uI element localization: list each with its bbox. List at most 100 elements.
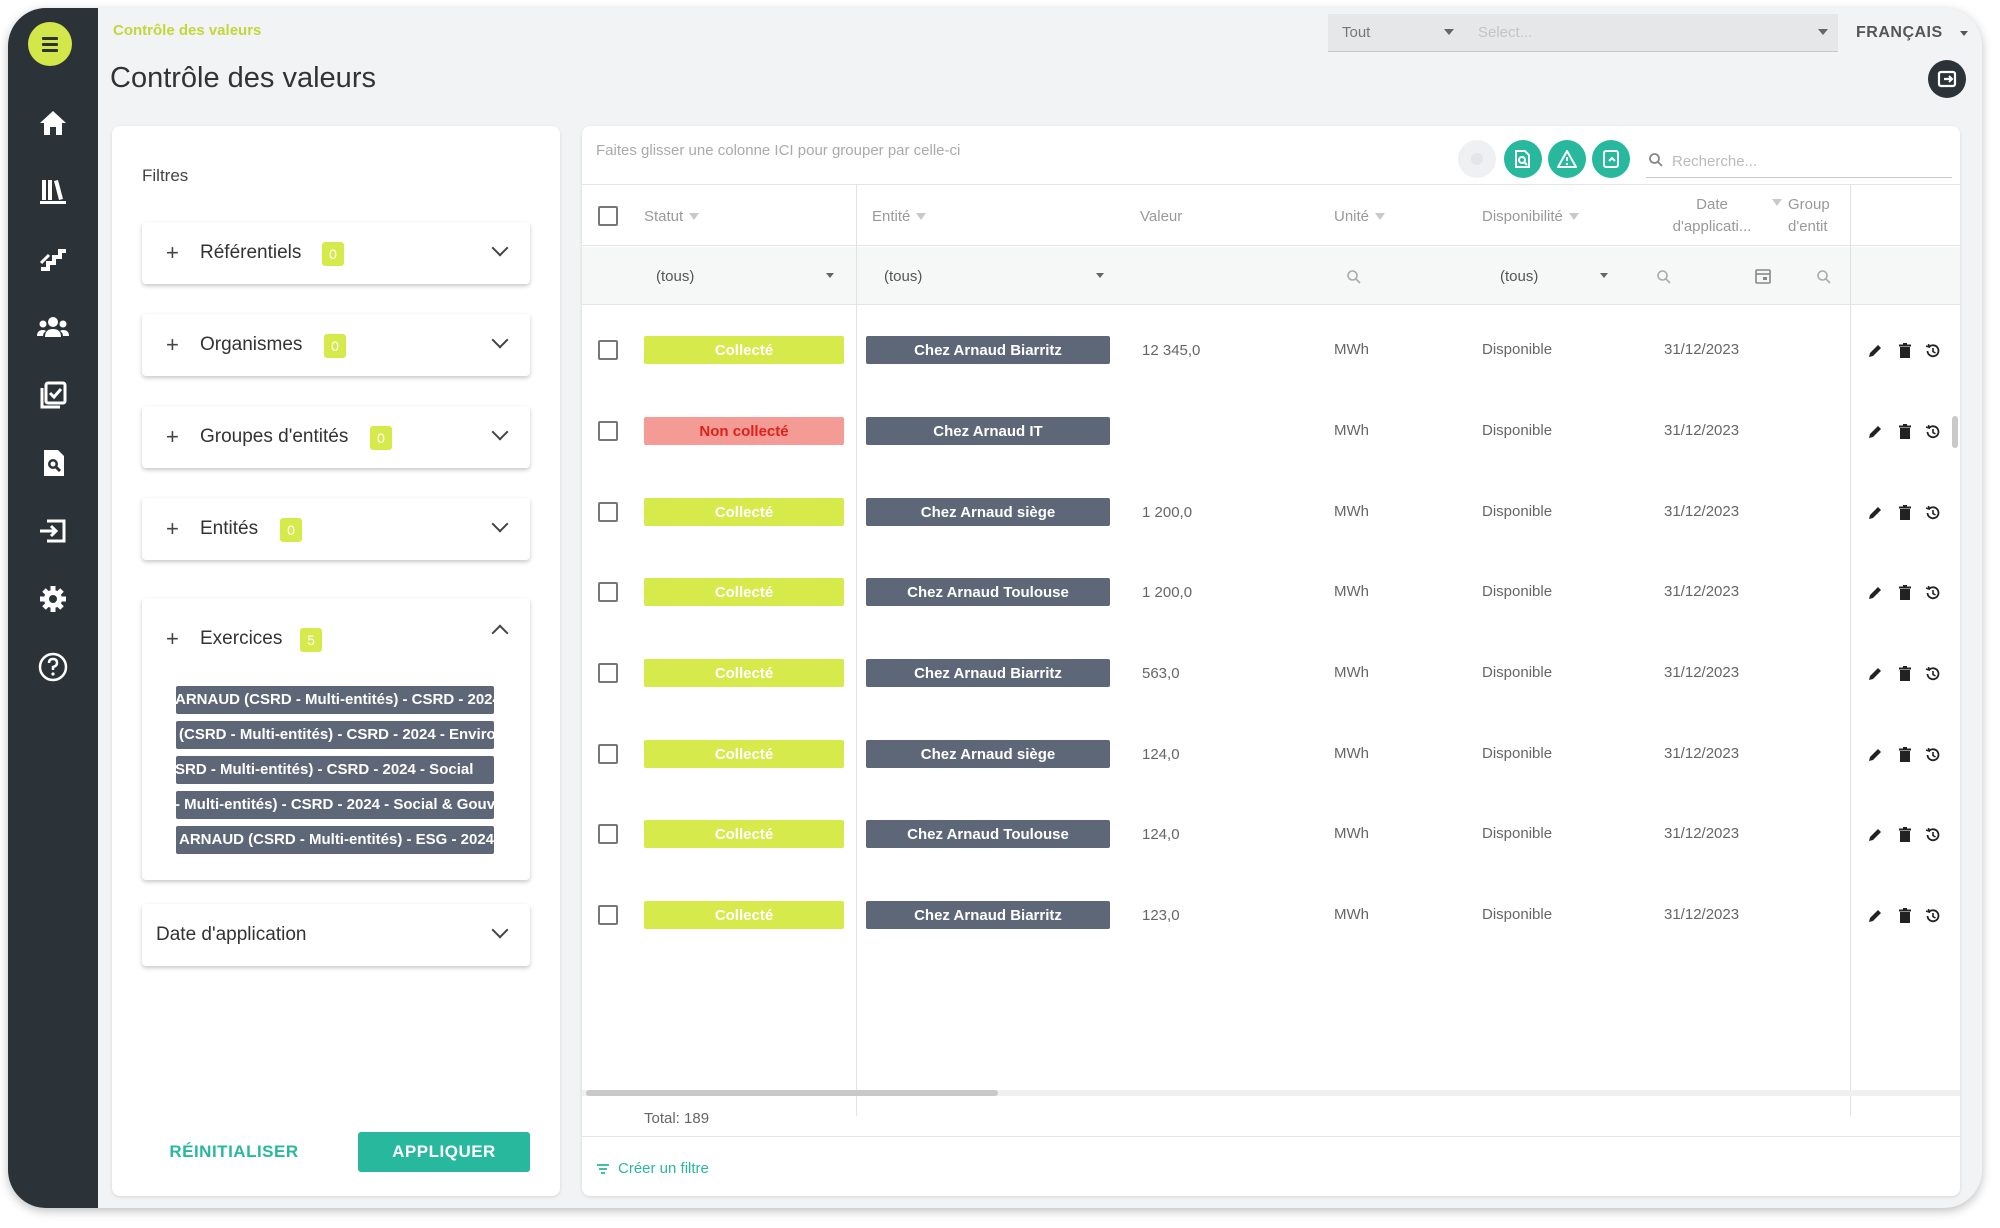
search-icon[interactable] — [1346, 269, 1362, 285]
entity-filter-select[interactable]: (tous) — [884, 247, 922, 305]
column-header-availability[interactable]: Disponibilité — [1482, 185, 1579, 247]
item-select[interactable]: Select... — [1464, 14, 1838, 52]
entity-chip[interactable]: Chez Arnaud Toulouse — [866, 820, 1110, 848]
nav-home[interactable] — [8, 98, 98, 148]
scope-select[interactable]: Tout — [1328, 14, 1464, 52]
nav-import[interactable] — [8, 506, 98, 556]
nav-users[interactable] — [8, 302, 98, 352]
filter-section-organismes[interactable]: + Organismes 0 — [142, 314, 530, 376]
entity-chip[interactable]: Chez Arnaud Biarritz — [866, 659, 1110, 687]
filter-funnel-icon[interactable] — [1375, 212, 1386, 220]
delete-button[interactable] — [1894, 421, 1916, 443]
edit-button[interactable] — [1864, 421, 1886, 443]
table-row[interactable]: Collecté Chez Arnaud Biarritz 123,0 MWh … — [582, 877, 1960, 977]
entity-chip[interactable]: Chez Arnaud siège — [866, 498, 1110, 526]
delete-button[interactable] — [1894, 905, 1916, 927]
edit-button[interactable] — [1864, 663, 1886, 685]
edit-button[interactable] — [1864, 744, 1886, 766]
alert-button[interactable] — [1548, 140, 1586, 178]
filter-section-date[interactable]: Date d'application — [142, 904, 530, 966]
row-checkbox[interactable] — [598, 502, 618, 522]
row-checkbox[interactable] — [598, 421, 618, 441]
column-header-value[interactable]: Valeur — [1140, 185, 1182, 247]
edit-button[interactable] — [1864, 502, 1886, 524]
column-header-entity[interactable]: Entité — [872, 185, 927, 247]
entity-chip[interactable]: Chez Arnaud Toulouse — [866, 578, 1110, 606]
horizontal-scrollbar[interactable] — [582, 1090, 1960, 1096]
create-filter-link[interactable]: Créer un filtre — [596, 1160, 709, 1177]
nav-checklist[interactable] — [8, 370, 98, 420]
entity-chip[interactable]: Chez Arnaud siège — [866, 740, 1110, 768]
nav-settings[interactable] — [8, 574, 98, 624]
history-button[interactable] — [1922, 340, 1944, 362]
delete-button[interactable] — [1894, 502, 1916, 524]
nav-library[interactable] — [8, 166, 98, 216]
export-button[interactable] — [1592, 140, 1630, 178]
history-button[interactable] — [1922, 502, 1944, 524]
edit-button[interactable] — [1864, 582, 1886, 604]
chevron-up-icon[interactable] — [491, 624, 509, 642]
select-all-checkbox[interactable] — [598, 206, 618, 226]
apply-button[interactable]: APPLIQUER — [358, 1132, 530, 1172]
reset-button[interactable]: RÉINITIALISER — [164, 1134, 304, 1170]
history-button[interactable] — [1922, 824, 1944, 846]
edit-button[interactable] — [1864, 905, 1886, 927]
filter-section-referentiels[interactable]: + Référentiels 0 — [142, 222, 530, 284]
history-button[interactable] — [1922, 421, 1944, 443]
row-checkbox[interactable] — [598, 340, 618, 360]
exit-button[interactable] — [1928, 60, 1966, 98]
history-button[interactable] — [1922, 582, 1944, 604]
scrollbar-thumb[interactable] — [586, 1090, 998, 1096]
filter-funnel-icon[interactable] — [916, 212, 927, 220]
delete-button[interactable] — [1894, 582, 1916, 604]
row-checkbox[interactable] — [598, 905, 618, 925]
history-button[interactable] — [1922, 905, 1944, 927]
group-panel[interactable]: Faites glisser une colonne ICI pour grou… — [596, 142, 960, 159]
search-values-button[interactable] — [1504, 140, 1542, 178]
history-button[interactable] — [1922, 744, 1944, 766]
plus-icon[interactable]: + — [166, 626, 179, 652]
tool-button-disabled[interactable] — [1458, 140, 1496, 178]
filter-section-groupes[interactable]: + Groupes d'entités 0 — [142, 406, 530, 468]
search-icon[interactable] — [1816, 269, 1832, 285]
filter-funnel-icon[interactable] — [1772, 199, 1782, 206]
filter-section-label[interactable]: Exercices — [200, 628, 282, 650]
exercise-chip[interactable]: - Multi-entités) - CSRD - 2024 - Social … — [176, 791, 494, 819]
entity-chip[interactable]: Chez Arnaud IT — [866, 417, 1110, 445]
column-header-status[interactable]: Statut — [644, 185, 700, 247]
exercise-chip[interactable]: ARNAUD (CSRD - Multi-entités) - CSRD - 2… — [176, 686, 494, 714]
exercise-chip[interactable]: SRD - Multi-entités) - CSRD - 2024 - Soc… — [176, 756, 494, 784]
edit-button[interactable] — [1864, 340, 1886, 362]
nav-help[interactable] — [8, 642, 98, 692]
search-input[interactable] — [1672, 148, 1942, 174]
breadcrumb[interactable]: Contrôle des valeurs — [113, 22, 261, 39]
nav-steps[interactable] — [8, 234, 98, 284]
delete-button[interactable] — [1894, 340, 1916, 362]
language-select[interactable]: FRANÇAIS — [1856, 24, 1943, 42]
menu-button[interactable] — [28, 22, 72, 66]
edit-button[interactable] — [1864, 824, 1886, 846]
row-checkbox[interactable] — [598, 744, 618, 764]
delete-button[interactable] — [1894, 744, 1916, 766]
filter-section-entites[interactable]: + Entités 0 — [142, 498, 530, 560]
entity-chip[interactable]: Chez Arnaud Biarritz — [866, 901, 1110, 929]
exercise-chip[interactable]: ARNAUD (CSRD - Multi-entités) - ESG - 20… — [176, 826, 494, 854]
column-header-group[interactable]: Group d'entit — [1788, 185, 1844, 247]
delete-button[interactable] — [1894, 824, 1916, 846]
history-button[interactable] — [1922, 663, 1944, 685]
delete-button[interactable] — [1894, 663, 1916, 685]
nav-audit[interactable] — [8, 438, 98, 488]
column-header-date[interactable]: Date d'applicati... — [1664, 185, 1760, 247]
row-checkbox[interactable] — [598, 582, 618, 602]
filter-funnel-icon[interactable] — [1568, 212, 1579, 220]
filter-funnel-icon[interactable] — [689, 212, 700, 220]
row-checkbox[interactable] — [598, 824, 618, 844]
column-header-unit[interactable]: Unité — [1334, 185, 1386, 247]
calendar-icon[interactable] — [1754, 267, 1772, 285]
entity-chip[interactable]: Chez Arnaud Biarritz — [866, 336, 1110, 364]
exercise-chip[interactable]: (CSRD - Multi-entités) - CSRD - 2024 - E… — [176, 721, 494, 749]
row-checkbox[interactable] — [598, 663, 618, 683]
availability-filter-select[interactable]: (tous) — [1500, 247, 1538, 305]
status-filter-select[interactable]: (tous) — [656, 247, 694, 305]
vertical-scrollbar[interactable] — [1952, 416, 1958, 448]
